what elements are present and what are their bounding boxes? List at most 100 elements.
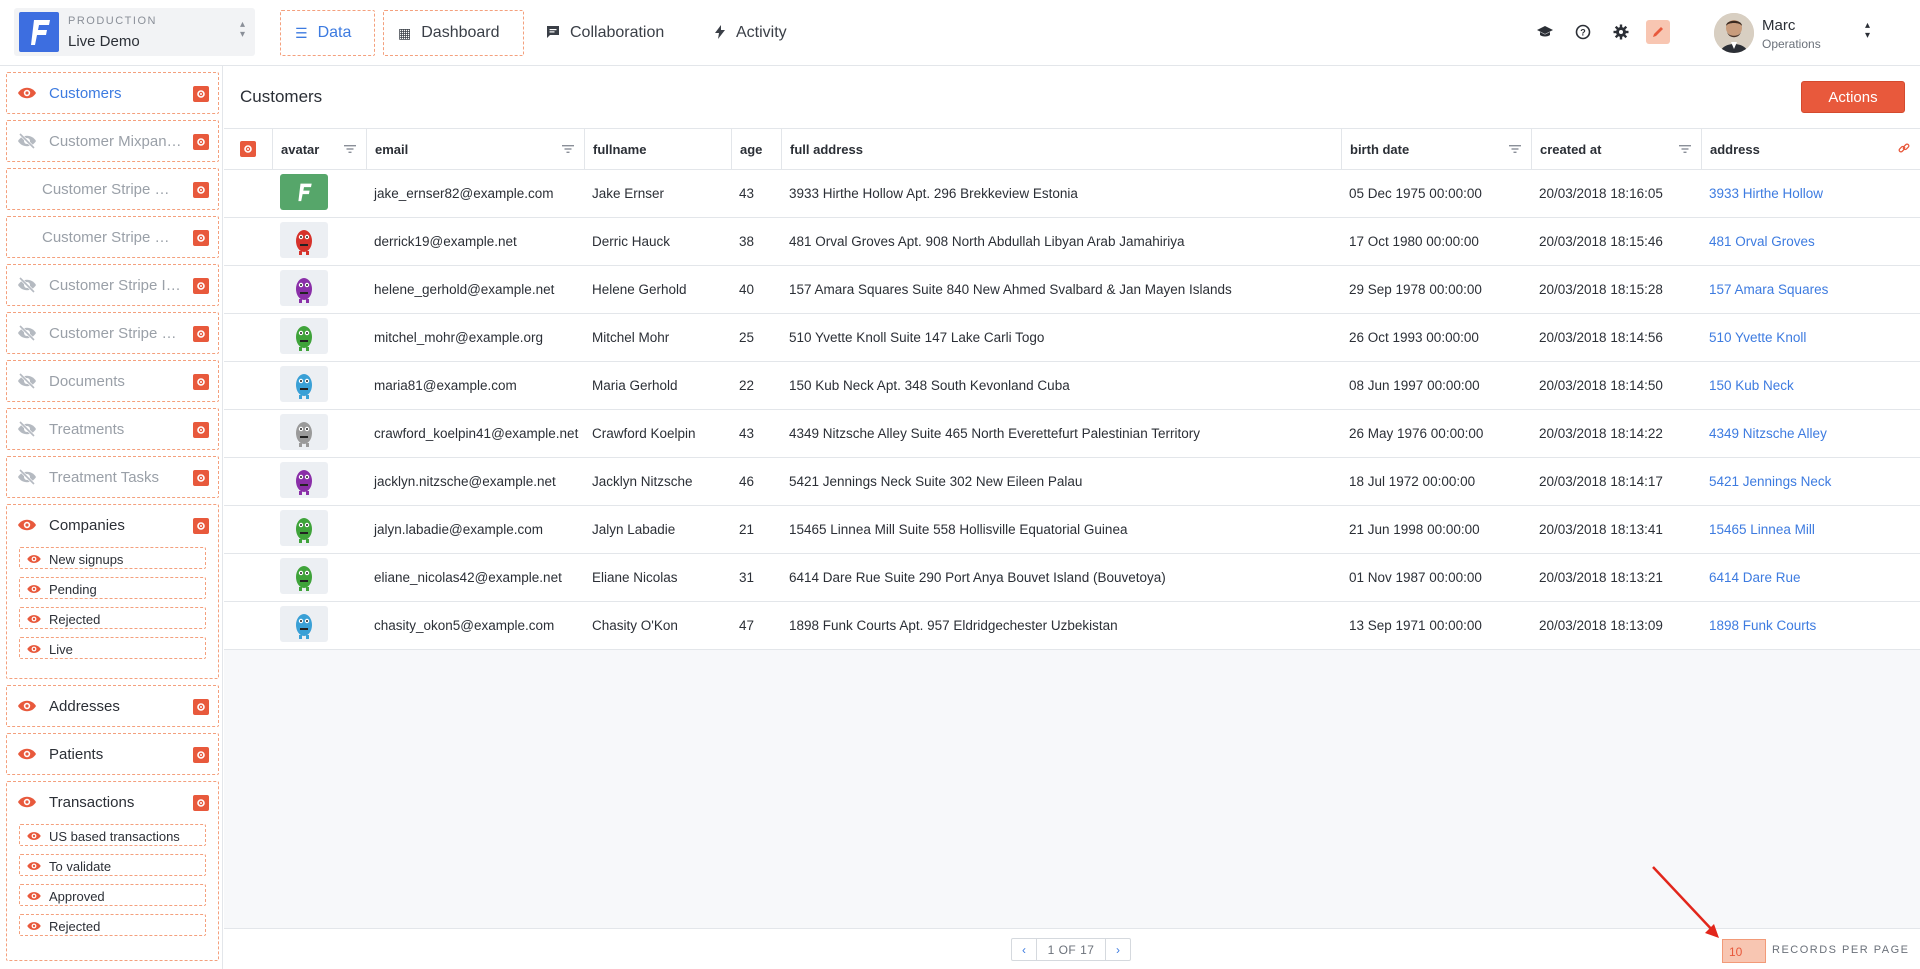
table-row[interactable]: jalyn.labadie@example.com Jalyn Labadie 21… bbox=[224, 506, 1920, 554]
column-header-avatar[interactable]: avatar bbox=[272, 129, 366, 169]
column-header-age[interactable]: age bbox=[731, 129, 781, 169]
column-header-fullname[interactable]: fullname bbox=[584, 129, 731, 169]
address-link[interactable]: 6414 Dare Rue bbox=[1701, 554, 1920, 601]
eye-slash-icon[interactable] bbox=[17, 372, 37, 394]
settings-icon[interactable] bbox=[193, 230, 209, 246]
sidebar-item-patients[interactable]: Patients bbox=[6, 733, 219, 775]
nav-activity[interactable]: Activity bbox=[700, 10, 801, 56]
eye-slash-icon[interactable] bbox=[17, 468, 37, 490]
link-icon[interactable] bbox=[1898, 142, 1910, 157]
sidebar-item-customer-stripe-payments[interactable]: Customer Stripe Payments bbox=[6, 312, 219, 354]
segment-live[interactable]: Live bbox=[19, 637, 206, 659]
eye-icon[interactable] bbox=[26, 612, 42, 630]
address-link[interactable]: 510 Yvette Knoll bbox=[1701, 314, 1920, 361]
actions-button[interactable]: Actions bbox=[1801, 81, 1905, 113]
address-link[interactable]: 15465 Linnea Mill bbox=[1701, 506, 1920, 553]
table-row[interactable]: maria81@example.com Maria Gerhold 22 150 Ku… bbox=[224, 362, 1920, 410]
table-row[interactable]: derrick19@example.net Derric Hauck 38 481 O… bbox=[224, 218, 1920, 266]
sidebar-item-documents[interactable]: Documents bbox=[6, 360, 219, 402]
eye-icon[interactable] bbox=[26, 552, 42, 570]
sidebar-item-companies[interactable]: Companies bbox=[7, 505, 218, 547]
sidebar-item-transactions[interactable]: Transactions bbox=[7, 782, 218, 824]
filter-icon[interactable] bbox=[1679, 142, 1691, 157]
eye-icon[interactable] bbox=[26, 642, 42, 660]
eye-icon[interactable] bbox=[17, 85, 37, 106]
eye-icon[interactable] bbox=[17, 746, 37, 767]
chevron-left-icon[interactable]: ‹ bbox=[1012, 939, 1036, 960]
table-row[interactable]: mitchel_mohr@example.org Mitchel Mohr 25 51… bbox=[224, 314, 1920, 362]
table-row[interactable]: helene_gerhold@example.net Helene Gerhold… bbox=[224, 266, 1920, 314]
sidebar-item-addresses[interactable]: Addresses bbox=[6, 685, 219, 727]
sidebar-item-customer-mixpanel-events[interactable]: Customer Mixpanel Events bbox=[6, 120, 219, 162]
gear-icon[interactable] bbox=[1611, 22, 1631, 42]
graduation-cap-icon[interactable] bbox=[1535, 22, 1555, 42]
nav-dashboard[interactable]: ▦ Dashboard bbox=[383, 10, 524, 56]
settings-icon[interactable] bbox=[193, 278, 209, 294]
address-link[interactable]: 3933 Hirthe Hollow bbox=[1701, 170, 1920, 217]
settings-icon[interactable] bbox=[193, 374, 209, 390]
eye-slash-icon[interactable] bbox=[17, 132, 37, 154]
segment-pending[interactable]: Pending bbox=[19, 577, 206, 599]
settings-icon[interactable] bbox=[193, 795, 209, 811]
nav-data[interactable]: ☰ Data bbox=[280, 10, 375, 56]
eye-icon[interactable] bbox=[26, 582, 42, 600]
column-settings[interactable] bbox=[224, 129, 272, 169]
table-row[interactable]: eliane_nicolas42@example.net Eliane Nicol… bbox=[224, 554, 1920, 602]
segment-us-based-transactions[interactable]: US based transactions bbox=[19, 824, 206, 846]
table-row[interactable]: crawford_koelpin41@example.net Crawford K… bbox=[224, 410, 1920, 458]
address-link[interactable]: 4349 Nitzsche Alley bbox=[1701, 410, 1920, 457]
filter-icon[interactable] bbox=[1509, 142, 1521, 157]
settings-icon[interactable] bbox=[193, 422, 209, 438]
nav-collaboration[interactable]: Collaboration bbox=[532, 10, 678, 56]
address-link[interactable]: 1898 Funk Courts bbox=[1701, 602, 1920, 649]
settings-icon[interactable] bbox=[240, 141, 256, 157]
column-header-address[interactable]: address bbox=[1701, 129, 1920, 169]
sidebar-item-customer-stripe-bank-accounts[interactable]: Customer Stripe Bank Accounts bbox=[6, 168, 219, 210]
address-link[interactable]: 5421 Jennings Neck bbox=[1701, 458, 1920, 505]
eye-icon[interactable] bbox=[17, 794, 37, 815]
filter-icon[interactable] bbox=[344, 142, 356, 157]
table-row[interactable]: jacklyn.nitzsche@example.net Jacklyn Nitz… bbox=[224, 458, 1920, 506]
records-per-page-input[interactable]: 10 bbox=[1722, 939, 1766, 963]
eye-icon[interactable] bbox=[17, 517, 37, 538]
edit-layout-icon[interactable] bbox=[1646, 20, 1670, 44]
column-header-birth-date[interactable]: birth date bbox=[1341, 129, 1531, 169]
sidebar-item-customers[interactable]: Customers bbox=[6, 72, 219, 114]
table-row[interactable]: chasity_okon5@example.com Chasity O'Kon 47… bbox=[224, 602, 1920, 650]
sidebar-item-customer-stripe-invoices[interactable]: Customer Stripe Invoices bbox=[6, 264, 219, 306]
filter-icon[interactable] bbox=[562, 142, 574, 157]
eye-icon[interactable] bbox=[26, 889, 42, 907]
column-header-full-address[interactable]: full address bbox=[781, 129, 1341, 169]
segment-rejected[interactable]: Rejected bbox=[19, 607, 206, 629]
address-link[interactable]: 150 Kub Neck bbox=[1701, 362, 1920, 409]
column-header-email[interactable]: email bbox=[366, 129, 584, 169]
settings-icon[interactable] bbox=[193, 326, 209, 342]
sidebar-item-customer-stripe-cards[interactable]: Customer Stripe Cards bbox=[6, 216, 219, 258]
chevron-right-icon[interactable]: › bbox=[1106, 939, 1130, 960]
eye-icon[interactable] bbox=[26, 919, 42, 937]
table-row[interactable]: jake_ernser82@example.com Jake Ernser 43 39… bbox=[224, 170, 1920, 218]
settings-icon[interactable] bbox=[193, 134, 209, 150]
eye-icon[interactable] bbox=[17, 698, 37, 719]
settings-icon[interactable] bbox=[193, 747, 209, 763]
eye-slash-icon[interactable] bbox=[17, 420, 37, 442]
segment-approved[interactable]: Approved bbox=[19, 884, 206, 906]
eye-slash-icon[interactable] bbox=[17, 276, 37, 298]
help-icon[interactable]: ? bbox=[1573, 22, 1593, 42]
project-switcher[interactable]: PRODUCTION Live Demo ▴ ▾ bbox=[14, 8, 255, 56]
eye-icon[interactable] bbox=[26, 829, 42, 847]
eye-icon[interactable] bbox=[26, 859, 42, 877]
segment-rejected[interactable]: Rejected bbox=[19, 914, 206, 936]
address-link[interactable]: 481 Orval Groves bbox=[1701, 218, 1920, 265]
address-link[interactable]: 157 Amara Squares bbox=[1701, 266, 1920, 313]
settings-icon[interactable] bbox=[193, 518, 209, 534]
settings-icon[interactable] bbox=[193, 182, 209, 198]
settings-icon[interactable] bbox=[193, 86, 209, 102]
sidebar-item-treatment-tasks[interactable]: Treatment Tasks bbox=[6, 456, 219, 498]
column-header-created-at[interactable]: created at bbox=[1531, 129, 1701, 169]
segment-to-validate[interactable]: To validate bbox=[19, 854, 206, 876]
segment-new-signups[interactable]: New signups bbox=[19, 547, 206, 569]
user-menu[interactable]: Marc Operations ▴ ▾ bbox=[1714, 13, 1914, 53]
settings-icon[interactable] bbox=[193, 699, 209, 715]
sidebar-item-treatments[interactable]: Treatments bbox=[6, 408, 219, 450]
